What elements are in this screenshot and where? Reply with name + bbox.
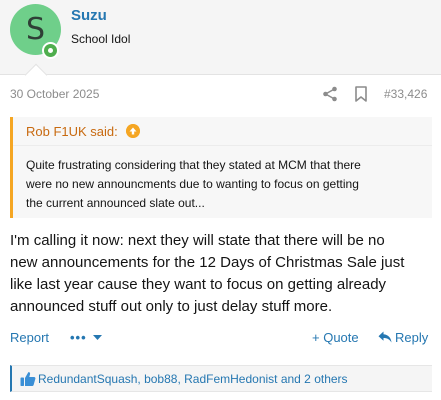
bookmark-icon[interactable] bbox=[354, 86, 368, 102]
quote-divider bbox=[13, 145, 432, 146]
post-actions: Report ••• + Quote Reply bbox=[0, 328, 441, 348]
quote-arrow-icon[interactable] bbox=[126, 124, 140, 138]
post-number[interactable]: #33,426 bbox=[384, 87, 427, 101]
post-date[interactable]: 30 October 2025 bbox=[10, 87, 99, 101]
author-title: School Idol bbox=[71, 32, 131, 46]
reply-label: Reply bbox=[395, 330, 429, 345]
more-actions-button[interactable]: ••• bbox=[70, 330, 103, 345]
quote-button[interactable]: + Quote bbox=[312, 330, 359, 345]
more-dots: ••• bbox=[70, 330, 87, 345]
online-status-icon bbox=[42, 42, 59, 59]
report-link[interactable]: Report bbox=[10, 330, 49, 345]
quote-author[interactable]: Rob F1UK said: bbox=[26, 124, 118, 139]
post-body: I'm calling it now: next they will state… bbox=[10, 230, 432, 318]
reply-icon bbox=[378, 331, 392, 343]
post-author-header: S Suzu School Idol bbox=[0, 0, 441, 75]
share-icon[interactable] bbox=[322, 86, 338, 102]
post-meta: 30 October 2025 #33,426 bbox=[0, 84, 441, 104]
author-name[interactable]: Suzu bbox=[71, 7, 107, 24]
quote-line: Quite frustrating considering that they … bbox=[26, 158, 361, 172]
quote-line: the current announced slate out... bbox=[26, 196, 205, 210]
post-body-line: like last year cause they want to focus … bbox=[10, 276, 387, 293]
avatar-initial: S bbox=[25, 12, 46, 47]
post-body-line: new announcements for the 12 Days of Chr… bbox=[10, 254, 405, 271]
post-body-line: I'm calling it now: next they will state… bbox=[10, 232, 385, 249]
like-icon bbox=[20, 372, 36, 386]
quote-block: Rob F1UK said: Quite frustrating conside… bbox=[10, 117, 432, 218]
post-body-line: announced stuff out only to just delay s… bbox=[10, 298, 333, 315]
quote-line: were no new announcments due to wanting … bbox=[26, 177, 359, 191]
reactions-bar[interactable]: RedundantSquash, bob88, RadFemHedonist a… bbox=[10, 365, 432, 392]
reply-button[interactable]: Reply bbox=[378, 330, 428, 345]
quote-text: Quite frustrating considering that they … bbox=[26, 156, 426, 213]
reaction-users[interactable]: RedundantSquash, bob88, RadFemHedonist a… bbox=[38, 372, 348, 386]
chevron-down-icon bbox=[93, 335, 103, 340]
